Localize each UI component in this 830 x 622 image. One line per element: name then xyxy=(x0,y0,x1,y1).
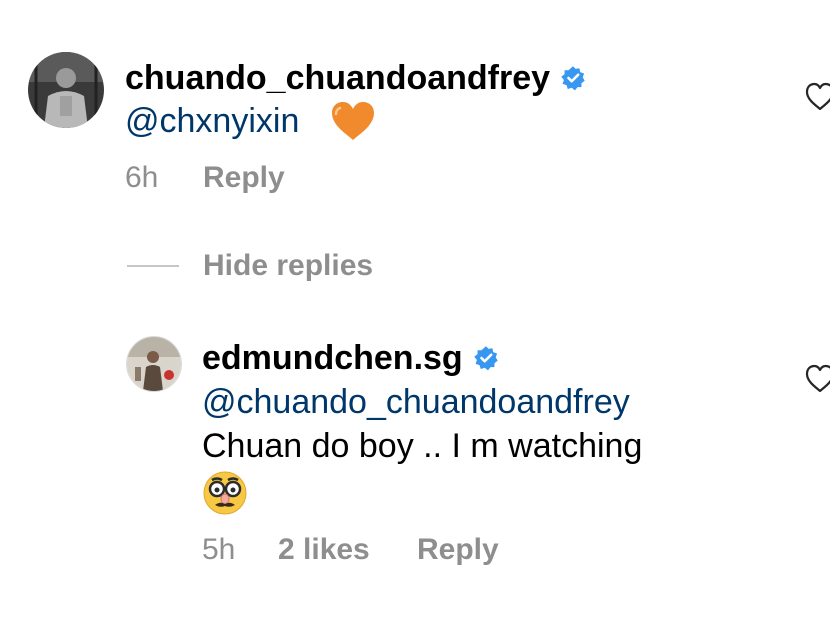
reply-username-text[interactable]: edmundchen.sg xyxy=(202,338,463,378)
disguised-face-icon xyxy=(203,471,247,515)
hide-replies-divider xyxy=(127,265,179,267)
hide-replies-button[interactable]: Hide replies xyxy=(203,248,373,284)
reply-avatar-image xyxy=(127,337,181,391)
reply-username[interactable]: edmundchen.sg xyxy=(202,338,499,378)
reply-reply-button[interactable]: Reply xyxy=(417,532,499,568)
comment-reply-button[interactable]: Reply xyxy=(203,160,285,196)
reply-avatar[interactable] xyxy=(126,336,182,392)
reply-mention-text[interactable]: @chuando_chuandoandfrey xyxy=(202,383,630,421)
comment-username[interactable]: chuando_chuandoandfrey xyxy=(125,58,586,98)
reply-likes-count[interactable]: 2 likes xyxy=(278,532,370,568)
comment-mention-text[interactable]: @chxnyixin xyxy=(125,102,299,140)
avatar-image xyxy=(28,52,104,128)
comment-mention-link[interactable]: @chxnyixin xyxy=(125,101,299,141)
comment-timestamp: 6h xyxy=(125,161,159,194)
avatar[interactable] xyxy=(28,52,104,128)
like-heart-icon[interactable] xyxy=(805,364,830,394)
reply-comment-text: Chuan do boy .. I m watching xyxy=(202,427,643,465)
orange-heart-icon xyxy=(332,102,374,140)
reply-mention-link[interactable]: @chuando_chuandoandfrey xyxy=(202,382,630,422)
verified-badge-icon xyxy=(474,346,498,371)
comment-username-text[interactable]: chuando_chuandoandfrey xyxy=(125,58,550,98)
verified-badge-icon xyxy=(561,66,585,91)
like-heart-icon[interactable] xyxy=(805,82,830,112)
reply-timestamp: 5h xyxy=(202,533,236,566)
